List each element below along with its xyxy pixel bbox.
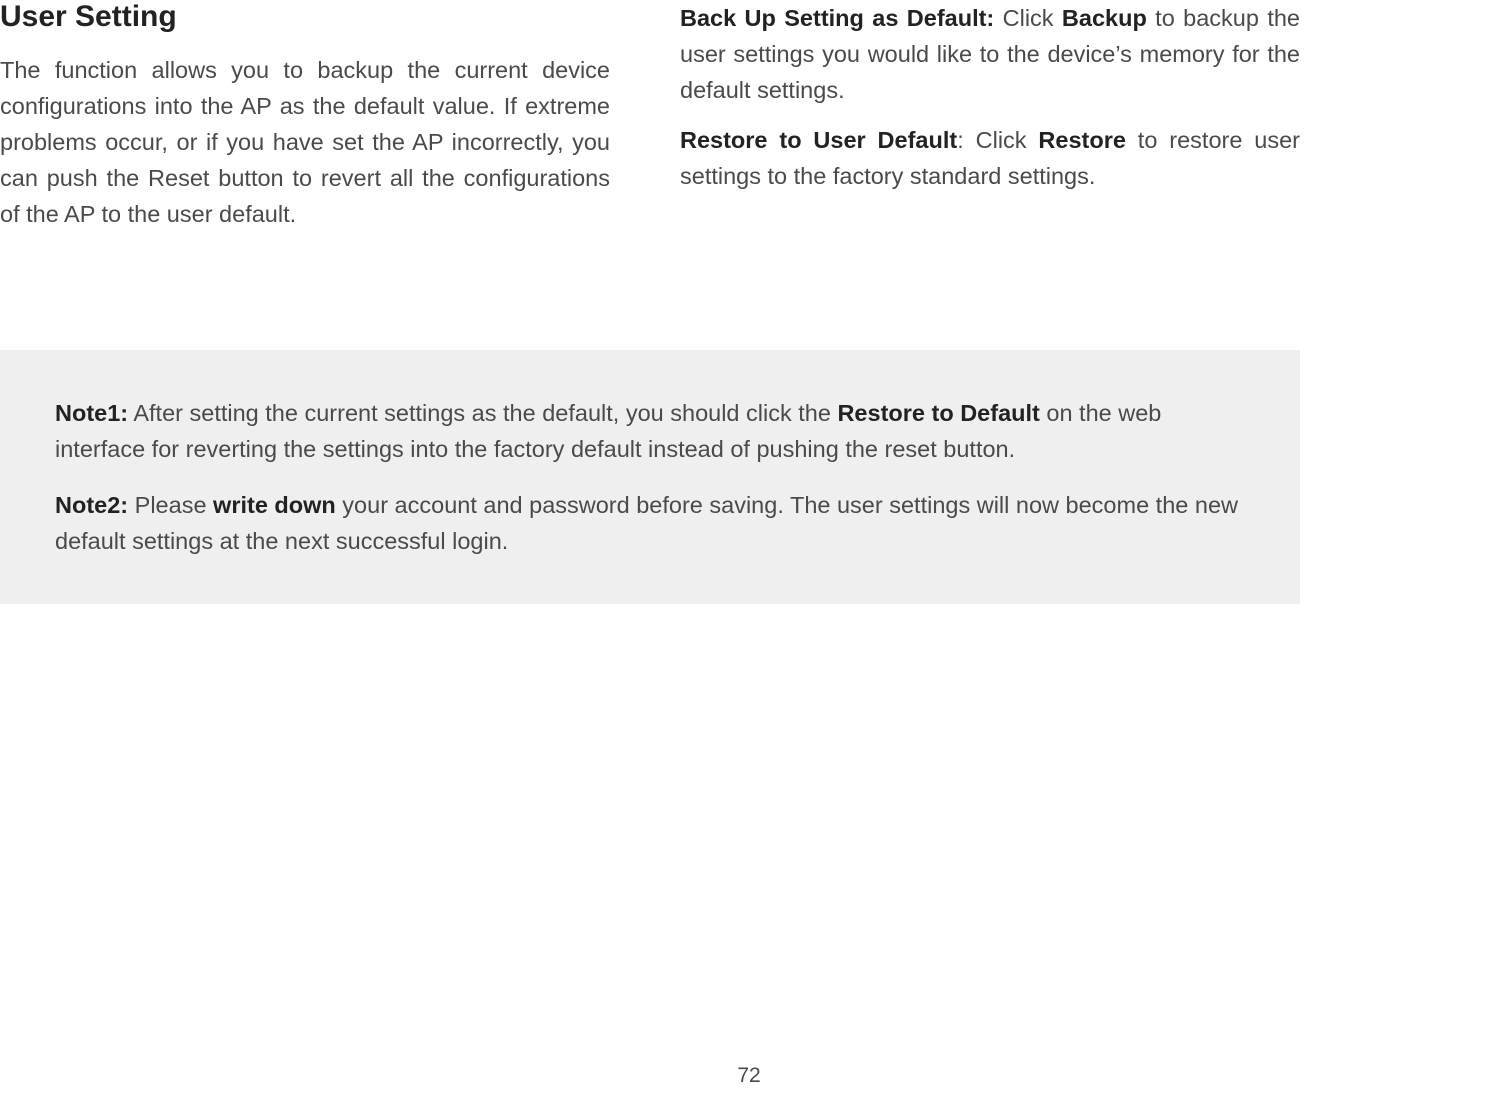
note2-label: Note2: xyxy=(55,492,128,518)
document-page: User Setting The function allows you to … xyxy=(0,0,1498,1098)
text-segment: Please xyxy=(128,492,213,518)
note2-paragraph: Note2: Please write down your account an… xyxy=(55,487,1245,559)
left-column: User Setting The function allows you to … xyxy=(0,0,610,232)
right-column: Back Up Setting as Default: Click Backup… xyxy=(680,0,1300,208)
restore-label: Restore to User Default xyxy=(680,127,957,153)
write-down-ref: write down xyxy=(213,492,336,518)
restore-default-ref: Restore to Default xyxy=(837,400,1039,426)
note-box: Note1: After setting the current setting… xyxy=(0,350,1300,604)
text-segment: Click xyxy=(994,5,1062,31)
note1-paragraph: Note1: After setting the current setting… xyxy=(55,395,1245,467)
restore-paragraph: Restore to User Default: Click Restore t… xyxy=(680,122,1300,194)
backup-paragraph: Back Up Setting as Default: Click Backup… xyxy=(680,0,1300,108)
section-title: User Setting xyxy=(0,0,610,34)
restore-button-ref: Restore xyxy=(1038,127,1126,153)
backup-label: Back Up Setting as Default: xyxy=(680,5,994,31)
note1-label: Note1: xyxy=(55,400,128,426)
left-paragraph: The function allows you to backup the cu… xyxy=(0,52,610,232)
page-number: 72 xyxy=(0,1064,1498,1088)
backup-button-ref: Backup xyxy=(1062,5,1147,31)
text-segment: After setting the current settings as th… xyxy=(128,400,837,426)
text-segment: : Click xyxy=(957,127,1038,153)
